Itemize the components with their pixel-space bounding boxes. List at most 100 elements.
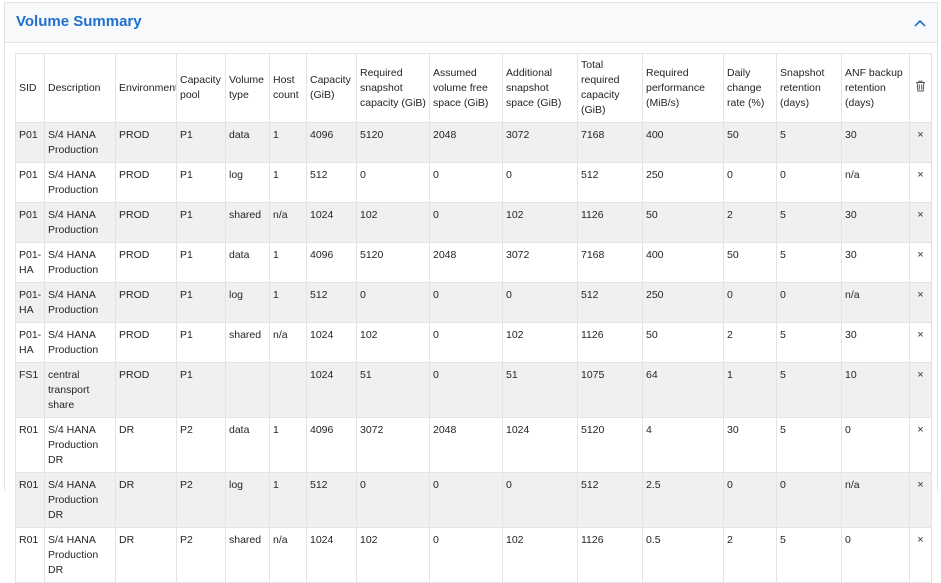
table-cell: 0	[841, 527, 910, 583]
table-cell: n/a	[269, 202, 307, 243]
table-cell: 4096	[306, 122, 357, 163]
table-cell: 102	[502, 527, 578, 583]
table-cell: 1126	[577, 202, 643, 243]
table-cell: 5120	[356, 122, 430, 163]
table-cell: 30	[841, 242, 910, 283]
table-cell: 1	[269, 282, 307, 323]
table-cell: S/4 HANA Production	[44, 322, 116, 363]
table-cell: 0	[723, 282, 777, 323]
table-cell: 512	[577, 282, 643, 323]
table-cell: PROD	[115, 362, 177, 418]
table-cell: 5	[776, 322, 842, 363]
table-cell: 10	[841, 362, 910, 418]
chevron-up-icon[interactable]	[911, 14, 929, 32]
table-cell: 1	[269, 122, 307, 163]
delete-row-button[interactable]: ×	[909, 282, 932, 323]
column-header: Capacity pool	[176, 53, 226, 123]
volume-summary-panel: Volume Summary SID Description Environment…	[4, 2, 938, 583]
table-cell: S/4 HANA Production DR	[44, 417, 116, 473]
table-row: R01 S/4 HANA Production DR DR P2 shared n/a 10…	[15, 527, 932, 583]
table-cell: 0	[356, 282, 430, 323]
table-cell: 30	[841, 322, 910, 363]
table-cell	[269, 362, 307, 418]
table-cell: 0	[776, 282, 842, 323]
table-cell: 2048	[429, 417, 503, 473]
table-cell: S/4 HANA Production	[44, 242, 116, 283]
table-cell: n/a	[269, 322, 307, 363]
column-header: Snapshot retention (days)	[776, 53, 842, 123]
table-cell: P1	[176, 202, 226, 243]
table-cell: 1	[269, 242, 307, 283]
table-row: FS1 central transport share PROD P1 1024 51 0 5…	[15, 362, 932, 418]
table-cell: 0	[776, 472, 842, 528]
table-cell: P01	[15, 202, 45, 243]
table-cell: 0	[502, 282, 578, 323]
table-cell: 50	[723, 122, 777, 163]
table-cell: 5120	[577, 417, 643, 473]
table-cell: 5	[776, 417, 842, 473]
table-cell: 102	[356, 202, 430, 243]
table-cell: 5	[776, 362, 842, 418]
table-cell: 2	[723, 527, 777, 583]
delete-row-button[interactable]: ×	[909, 362, 932, 418]
table-cell: 2.5	[642, 472, 724, 528]
column-header: Additional snapshot space (GiB)	[502, 53, 578, 123]
delete-row-button[interactable]: ×	[909, 322, 932, 363]
delete-row-button[interactable]: ×	[909, 122, 932, 163]
table-cell: data	[225, 122, 270, 163]
table-cell: P01	[15, 122, 45, 163]
header-row: SID Description Environment Capacity pool Vo…	[15, 53, 932, 123]
table-cell: 2048	[429, 122, 503, 163]
table-cell: 250	[642, 282, 724, 323]
table-cell: 250	[642, 162, 724, 203]
table-cell: 102	[502, 322, 578, 363]
table-cell: 64	[642, 362, 724, 418]
table-cell: 51	[356, 362, 430, 418]
table-cell: 512	[306, 162, 357, 203]
panel-header[interactable]: Volume Summary	[5, 3, 937, 43]
trash-icon[interactable]	[915, 80, 926, 95]
delete-row-button[interactable]: ×	[909, 472, 932, 528]
table-cell: 0	[429, 202, 503, 243]
table-cell: 102	[502, 202, 578, 243]
column-header: Volume type	[225, 53, 270, 123]
table-cell: 0	[841, 417, 910, 473]
table-cell: 0	[356, 162, 430, 203]
table-cell: S/4 HANA Production DR	[44, 527, 116, 583]
table-row: R01 S/4 HANA Production DR DR P2 data 1 4096 30…	[15, 417, 932, 473]
table-cell: 0	[429, 472, 503, 528]
table-cell: 400	[642, 122, 724, 163]
table-cell: 0	[429, 322, 503, 363]
column-header: Capacity (GiB)	[306, 53, 357, 123]
table-cell: 512	[306, 282, 357, 323]
delete-all-header[interactable]	[909, 53, 932, 123]
table-row: R01 S/4 HANA Production DR DR P2 log 1 512 0 0 0 5…	[15, 472, 932, 528]
table-cell: 512	[577, 162, 643, 203]
table-cell: P2	[176, 527, 226, 583]
table-cell: 3072	[502, 242, 578, 283]
table-cell: S/4 HANA Production	[44, 162, 116, 203]
table-row: P01-HA S/4 HANA Production PROD P1 log 1 512 0 0…	[15, 282, 932, 323]
delete-row-button[interactable]: ×	[909, 417, 932, 473]
table-cell: PROD	[115, 202, 177, 243]
column-header: Assumed volume free space (GiB)	[429, 53, 503, 123]
table-cell: PROD	[115, 122, 177, 163]
delete-row-button[interactable]: ×	[909, 242, 932, 283]
table-row: P01 S/4 HANA Production PROD P1 shared n/a 102…	[15, 202, 932, 243]
volume-table: SID Description Environment Capacity pool Vo…	[15, 53, 932, 583]
column-header: Daily change rate (%)	[723, 53, 777, 123]
table-cell: 4096	[306, 242, 357, 283]
table-body: P01 S/4 HANA Production PROD P1 data 1 4096 512…	[15, 122, 932, 583]
table-cell: S/4 HANA Production	[44, 122, 116, 163]
table-cell: n/a	[269, 527, 307, 583]
table-cell: n/a	[841, 162, 910, 203]
column-header: Total required capacity (GiB)	[577, 53, 643, 123]
table-cell: P2	[176, 417, 226, 473]
table-cell: 0	[502, 162, 578, 203]
delete-row-button[interactable]: ×	[909, 162, 932, 203]
table-cell: DR	[115, 527, 177, 583]
delete-row-button[interactable]: ×	[909, 202, 932, 243]
table-cell: data	[225, 417, 270, 473]
column-header: Required snapshot capacity (GiB)	[356, 53, 430, 123]
delete-row-button[interactable]: ×	[909, 527, 932, 583]
